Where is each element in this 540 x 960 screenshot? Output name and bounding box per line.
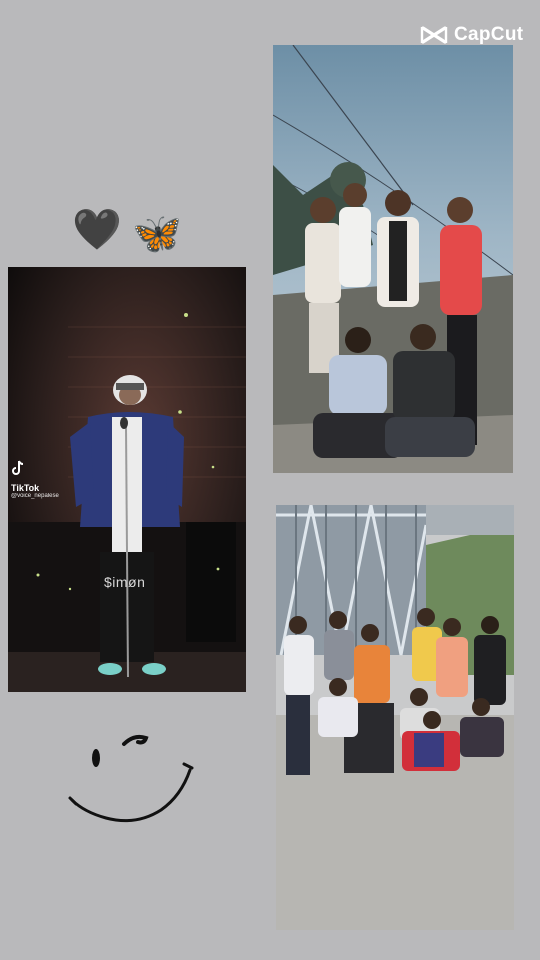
tiktok-label: TikTok: [11, 483, 40, 493]
group-photo-bridge[interactable]: [276, 505, 514, 930]
tiktok-watermark: TikTok @voice_nepalese: [11, 460, 59, 499]
tiktok-logo-icon: [12, 460, 24, 475]
tiktok-username: @voice_nepalese: [11, 493, 59, 499]
butterfly-icon: 🦋: [132, 212, 182, 256]
performer-caption: $imøn: [104, 574, 146, 590]
capcut-brand: CapCut: [454, 24, 524, 45]
black-heart-icon: 🖤: [72, 208, 122, 252]
capcut-watermark: CapCut: [420, 24, 523, 46]
group-photo-top[interactable]: [273, 45, 513, 473]
winking-smiley-icon: [66, 730, 196, 835]
capcut-logo-icon: [420, 26, 448, 44]
